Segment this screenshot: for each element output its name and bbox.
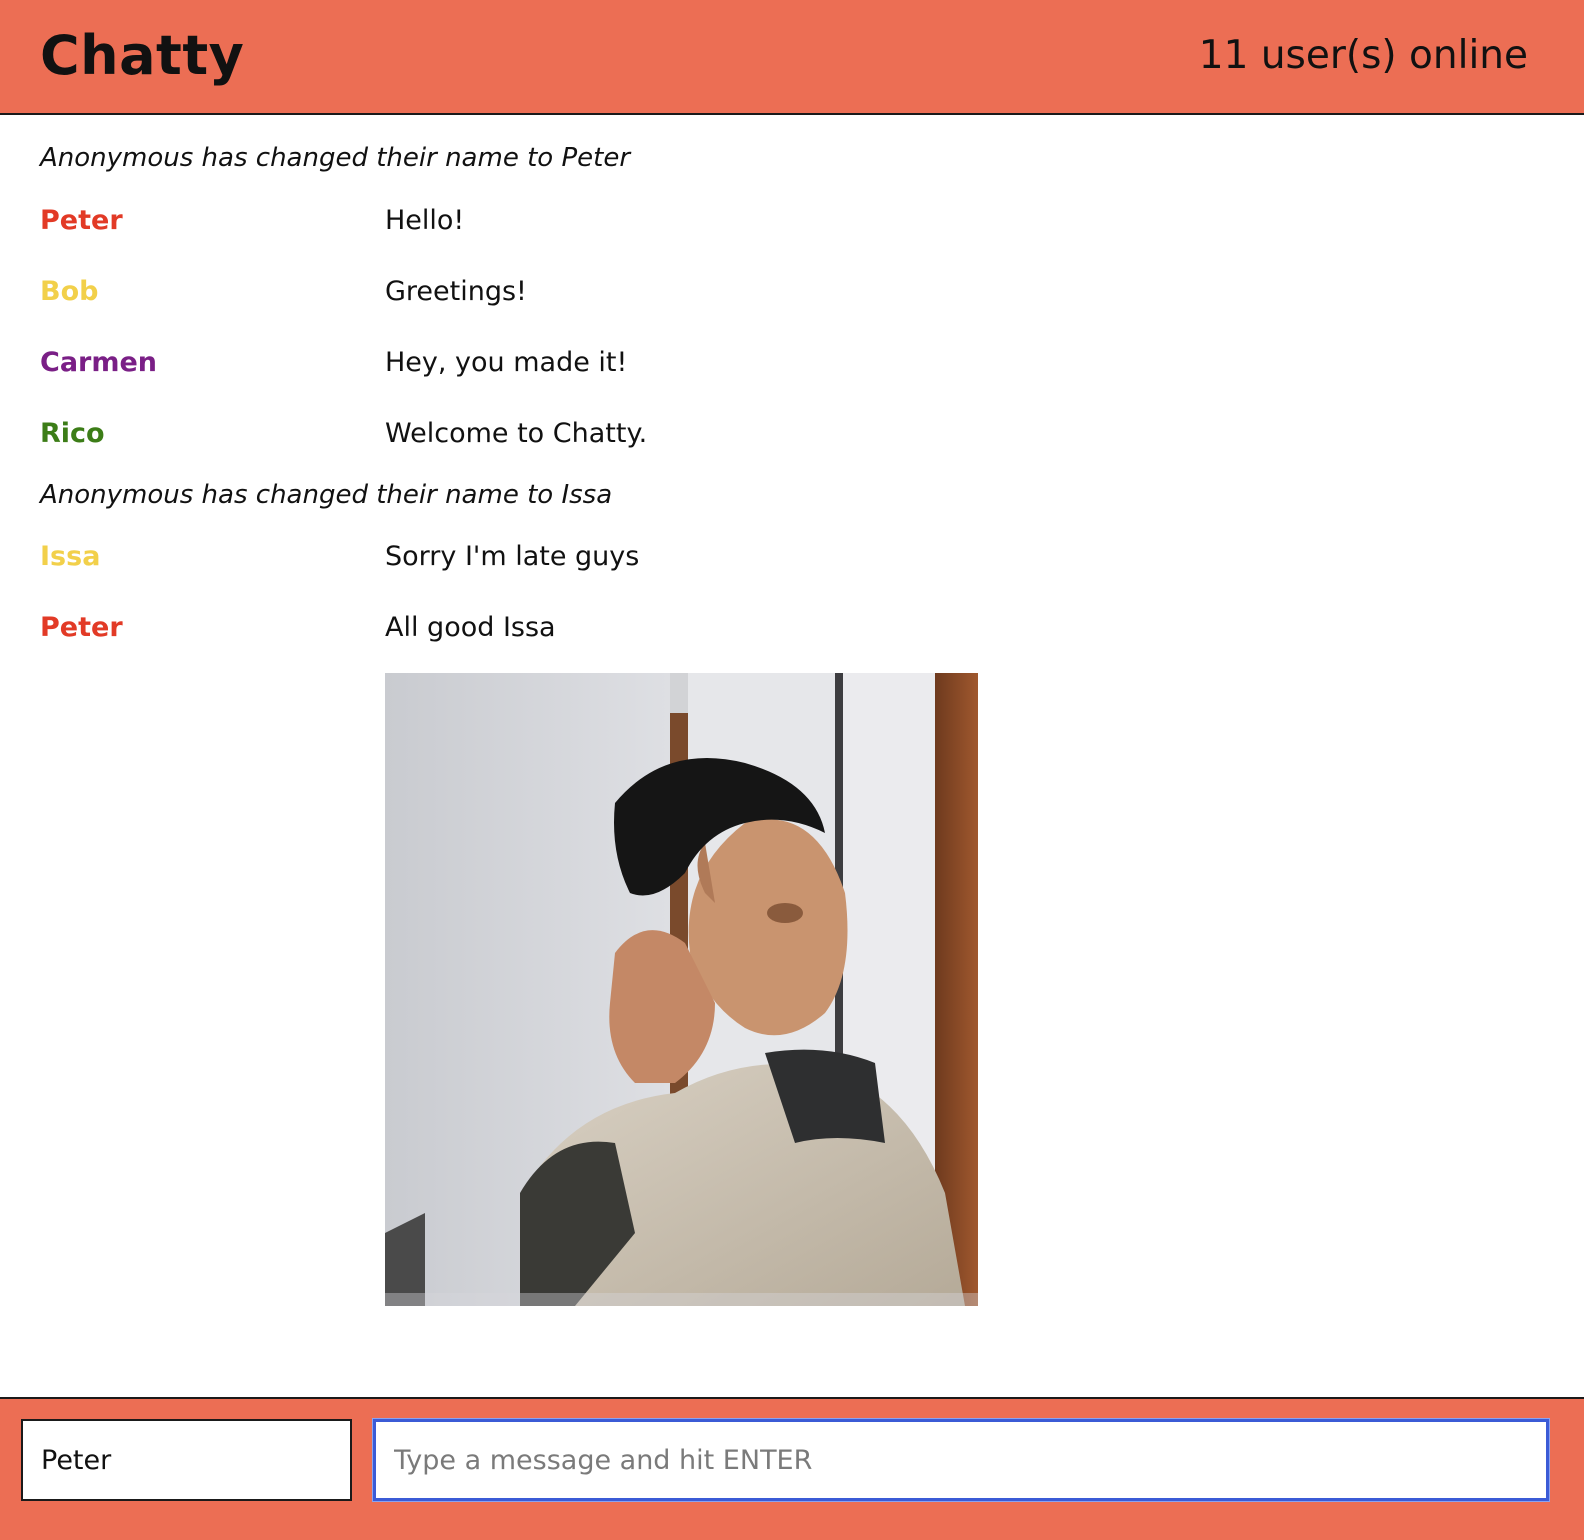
chatbar: [0, 1397, 1584, 1540]
message-content: Welcome to Chatty.: [385, 418, 648, 449]
username-input[interactable]: [21, 1419, 352, 1501]
message-username: Peter: [40, 612, 123, 643]
system-message: Anonymous has changed their name to Issa: [40, 480, 613, 510]
message-username: Issa: [40, 541, 101, 572]
message-content: Hello!: [385, 205, 465, 236]
message-username: Rico: [40, 418, 105, 449]
navbar: Chatty 11 user(s) online: [0, 0, 1584, 115]
message-list: Anonymous has changed their name to Pete…: [0, 115, 1584, 1395]
thumbs-up-gif-image: [385, 673, 978, 1306]
app-brand[interactable]: Chatty: [40, 22, 244, 90]
message-input[interactable]: [373, 1419, 1549, 1501]
message-content: Hey, you made it!: [385, 347, 628, 378]
message-username: Bob: [40, 276, 99, 307]
message-content: Sorry I'm late guys: [385, 541, 640, 572]
users-online-count: 11 user(s) online: [1198, 33, 1528, 78]
system-message: Anonymous has changed their name to Pete…: [40, 143, 631, 173]
message-username: Peter: [40, 205, 123, 236]
message-username: Carmen: [40, 347, 158, 378]
message-content: Greetings!: [385, 276, 527, 307]
message-content: All good Issa: [385, 612, 556, 643]
